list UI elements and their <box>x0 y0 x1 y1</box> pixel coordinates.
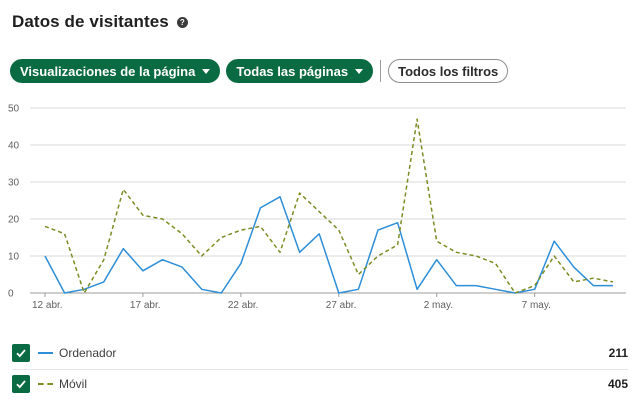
legend-total: 405 <box>607 377 628 391</box>
desktop-series-line <box>44 196 613 294</box>
mobile-series-checkbox[interactable] <box>12 375 30 393</box>
x-tick-label: 7 may. <box>522 300 551 311</box>
y-tick-label: 30 <box>8 178 20 189</box>
help-icon[interactable]: ? <box>176 17 188 28</box>
y-tick-label: 0 <box>8 289 14 300</box>
caret-down-icon <box>202 69 211 74</box>
visitors-line-chart: 0 10 20 30 40 50 12 abr. 17 abr. 22 abr. 27 abr. 2… <box>8 104 626 311</box>
checkmark-icon <box>16 380 26 389</box>
legend-label: Móvil <box>59 377 88 391</box>
legend-label: Ordenador <box>59 346 117 360</box>
x-tick-label: 17 abr. <box>130 300 161 311</box>
all-filters-button[interactable]: Todos los filtros <box>388 59 509 83</box>
filter-bar: Visualizaciones de la página Todas las p… <box>10 59 509 83</box>
x-tick-label: 22 abr. <box>228 300 259 311</box>
legend-total: 211 <box>608 346 628 360</box>
metric-dropdown[interactable]: Visualizaciones de la página <box>10 59 221 83</box>
pages-dropdown-label: Todas las páginas <box>236 63 349 79</box>
dashed-line-swatch <box>38 383 53 385</box>
legend-row-mobile: Móvil 405 <box>12 371 628 397</box>
desktop-series-checkbox[interactable] <box>12 344 30 362</box>
y-tick-label: 50 <box>8 104 20 115</box>
section-header: Datos de visitantes ? <box>12 12 188 32</box>
legend-row-desktop: Ordenador 211 <box>12 340 628 370</box>
y-tick-label: 20 <box>8 215 20 226</box>
solid-line-swatch <box>38 352 53 354</box>
x-tick-label: 12 abr. <box>32 300 63 311</box>
x-tick-label: 2 may. <box>424 300 453 311</box>
caret-down-icon <box>355 69 364 74</box>
y-tick-label: 40 <box>8 141 20 152</box>
x-tick-label: 27 abr. <box>326 300 357 311</box>
metric-dropdown-label: Visualizaciones de la página <box>20 63 196 79</box>
filter-divider <box>380 60 382 82</box>
pages-dropdown[interactable]: Todas las páginas <box>226 59 374 83</box>
checkmark-icon <box>16 349 26 358</box>
page-title: Datos de visitantes <box>12 12 169 31</box>
all-filters-label: Todos los filtros <box>398 63 499 79</box>
y-tick-label: 10 <box>8 252 20 263</box>
